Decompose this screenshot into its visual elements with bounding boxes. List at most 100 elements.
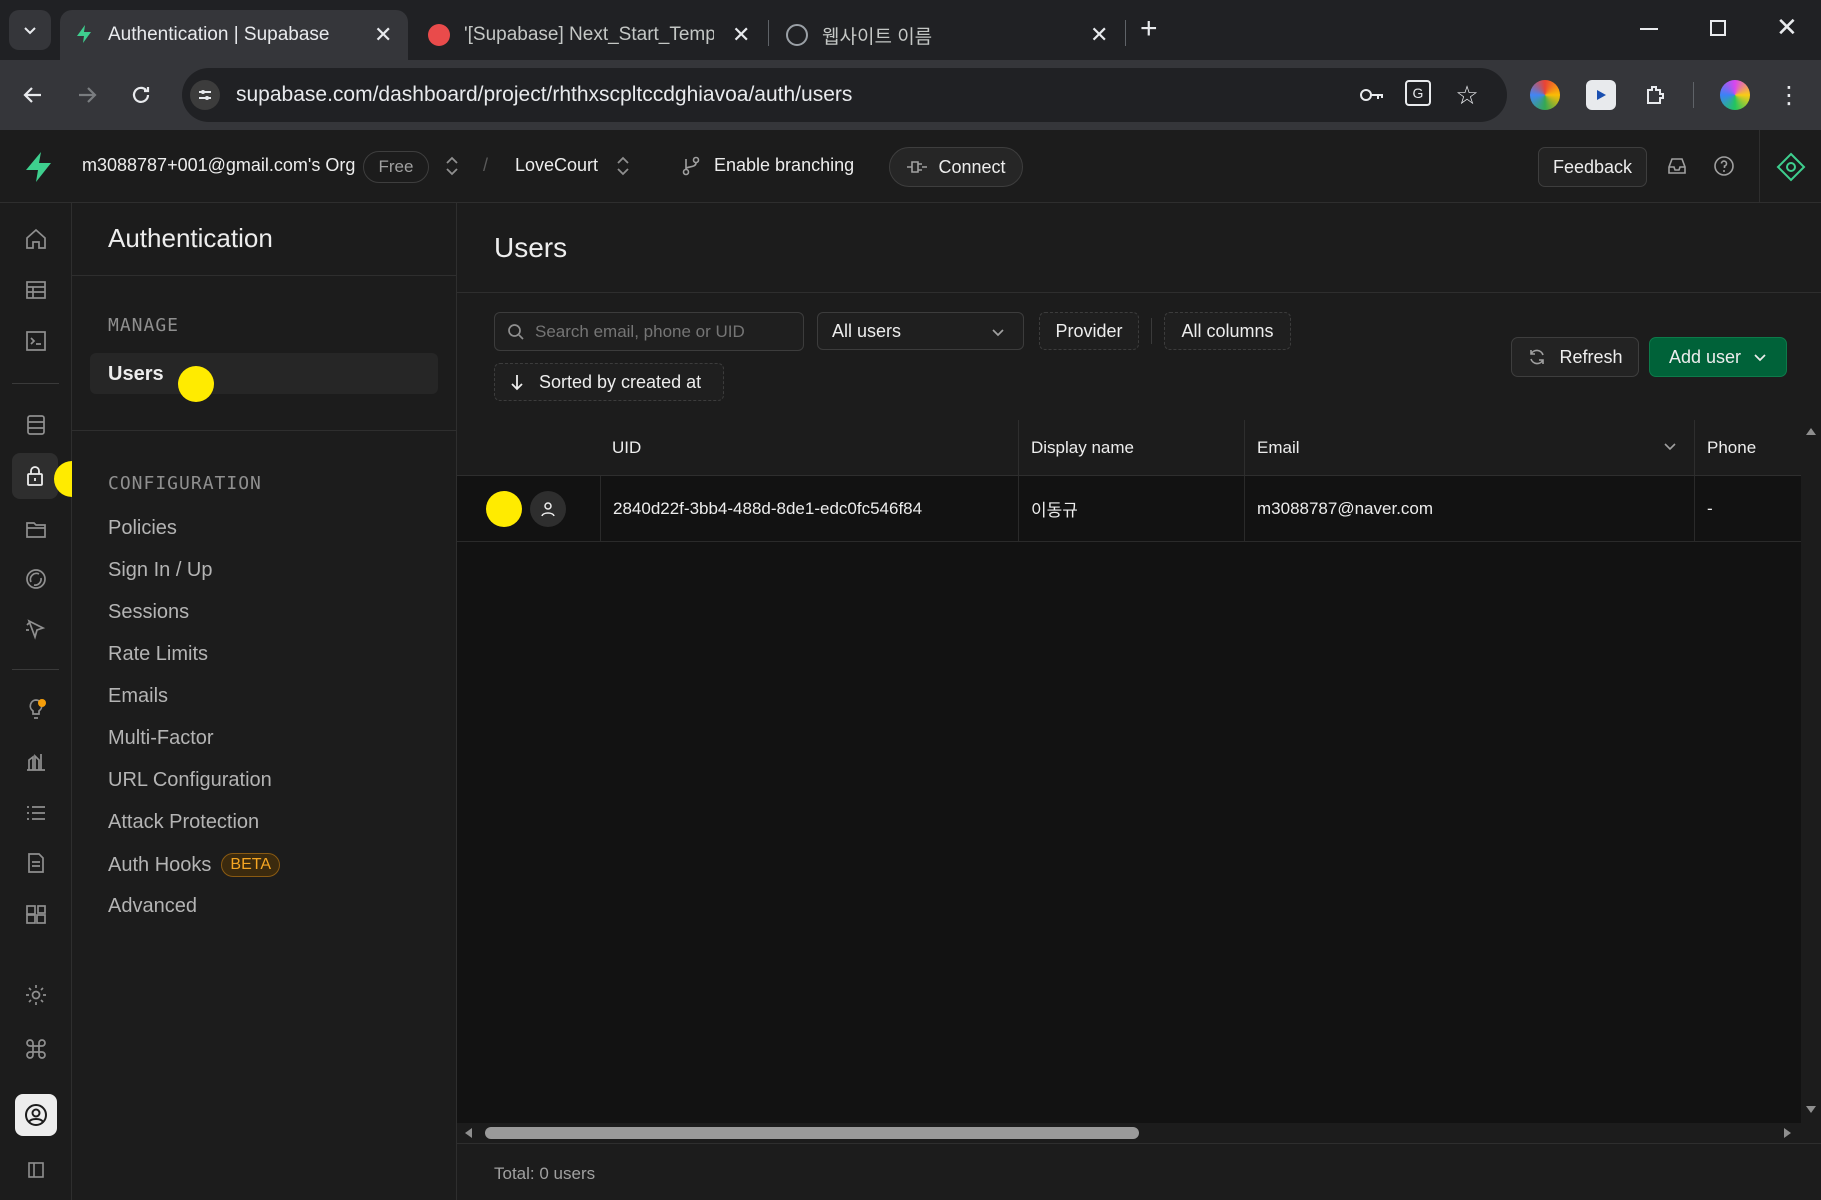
realtime-icon[interactable] (20, 563, 52, 595)
all-users-select[interactable]: All users (817, 312, 1024, 350)
vertical-scrollbar[interactable] (1801, 420, 1821, 1123)
api-docs-icon[interactable] (20, 847, 52, 879)
inbox-icon[interactable] (1666, 155, 1688, 177)
assistant-icon[interactable] (1776, 152, 1806, 182)
column-header-phone[interactable]: Phone (1695, 420, 1801, 476)
sidebar-item-sessions[interactable]: Sessions (108, 601, 189, 624)
bookmark-star-icon[interactable]: ☆ (1452, 80, 1482, 110)
edge-functions-icon[interactable] (20, 613, 52, 645)
close-tab-icon[interactable]: ✕ (1090, 22, 1108, 48)
column-label: Phone (1707, 437, 1757, 457)
authentication-icon[interactable] (12, 453, 58, 499)
scroll-left-icon[interactable] (463, 1127, 473, 1139)
connect-button[interactable]: Connect (889, 147, 1023, 187)
add-user-button[interactable]: Add user (1649, 337, 1787, 377)
integrations-icon[interactable] (20, 899, 52, 931)
column-header-email[interactable]: Email (1245, 420, 1695, 476)
sidebar-item-rate-limits[interactable]: Rate Limits (108, 643, 208, 666)
toolbar-divider (1693, 82, 1694, 108)
table-editor-icon[interactable] (20, 274, 52, 306)
storage-icon[interactable] (20, 513, 52, 545)
user-icon (541, 502, 555, 517)
sidebar-title: Authentication (108, 223, 273, 253)
sidebar-item-auth-hooks[interactable]: Auth Hooks BETA (108, 853, 280, 877)
provider-filter-button[interactable]: Provider (1039, 312, 1139, 350)
command-menu-icon[interactable] (20, 1033, 52, 1065)
column-header-display-name[interactable]: Display name (1019, 420, 1245, 476)
project-switcher-icon[interactable] (614, 152, 632, 180)
sidebar-item-users[interactable]: Users (90, 353, 438, 394)
favicon-red-icon (428, 24, 450, 46)
supabase-logo-icon[interactable] (22, 150, 56, 184)
close-tab-icon[interactable]: ✕ (374, 22, 392, 48)
logs-icon[interactable] (20, 797, 52, 829)
column-header-uid[interactable]: UID (600, 420, 1019, 476)
sidebar-item-url-configuration[interactable]: URL Configuration (108, 769, 272, 792)
globe-icon (786, 24, 808, 46)
cell-display-name[interactable]: 이동규 (1019, 476, 1245, 542)
sidebar-item-emails[interactable]: Emails (108, 685, 168, 708)
provider-label: Provider (1055, 320, 1123, 341)
tab-website[interactable]: 웹사이트 이름 ✕ (776, 10, 1116, 60)
arrow-down-icon (511, 375, 523, 391)
horizontal-scrollbar[interactable] (457, 1123, 1821, 1143)
scroll-right-icon[interactable] (1783, 1127, 1793, 1139)
extension-app-icon[interactable] (1586, 80, 1616, 110)
scroll-down-icon[interactable] (1805, 1105, 1817, 1115)
translate-icon[interactable]: G (1405, 80, 1431, 106)
back-icon[interactable] (18, 80, 48, 110)
minimize-icon[interactable] (1640, 28, 1658, 30)
close-window-icon[interactable]: ✕ (1776, 12, 1798, 43)
tab-authentication[interactable]: Authentication | Supabase ✕ (60, 10, 408, 60)
search-input[interactable] (535, 321, 795, 343)
extension-color-icon[interactable] (1530, 80, 1560, 110)
help-icon[interactable] (1713, 155, 1735, 177)
key-icon[interactable] (1357, 80, 1387, 110)
restore-icon[interactable] (1710, 20, 1726, 36)
tab-template[interactable]: '[Supabase] Next_Start_Templa ✕ (418, 10, 758, 60)
feedback-button[interactable]: Feedback (1538, 147, 1647, 187)
cell-email[interactable]: m3088787@naver.com (1245, 476, 1695, 542)
address-bar[interactable]: supabase.com/dashboard/project/rhthxscpl… (182, 68, 1507, 122)
home-icon[interactable] (20, 223, 52, 255)
search-box[interactable] (494, 312, 804, 351)
header-divider (1759, 130, 1760, 203)
project-name[interactable]: LoveCourt (515, 155, 598, 176)
refresh-button[interactable]: Refresh (1511, 337, 1639, 377)
org-switcher-icon[interactable] (443, 152, 461, 180)
extensions-puzzle-icon[interactable] (1640, 80, 1670, 110)
site-info-icon[interactable] (190, 80, 220, 110)
chevron-down-icon[interactable] (1663, 441, 1677, 453)
reload-icon[interactable] (126, 80, 156, 110)
profile-avatar-icon[interactable] (1720, 80, 1750, 110)
database-icon[interactable] (20, 409, 52, 441)
cell-phone[interactable]: - (1695, 476, 1801, 542)
column-label: Display name (1031, 437, 1134, 457)
tab-title: 웹사이트 이름 (822, 26, 933, 48)
settings-gear-icon[interactable] (20, 979, 52, 1011)
cell-uid[interactable]: 2840d22f-3bb4-488d-8de1-edc0fc546f84 (600, 476, 1019, 542)
sidebar-toggle-icon[interactable] (20, 1154, 52, 1186)
enable-branching-button[interactable]: Enable branching (714, 155, 854, 176)
sidebar-item-sign-in-up[interactable]: Sign In / Up (108, 559, 213, 582)
sidebar-item-attack-protection[interactable]: Attack Protection (108, 811, 259, 834)
chrome-menu-icon[interactable]: ⋮ (1774, 80, 1804, 110)
app-header: m3088787+001@gmail.com's Org Free / Love… (0, 130, 1821, 203)
org-name[interactable]: m3088787+001@gmail.com's Org (82, 155, 355, 176)
reports-icon[interactable] (20, 745, 52, 777)
close-tab-icon[interactable]: ✕ (732, 22, 750, 48)
email-text: m3088787@naver.com (1257, 498, 1434, 518)
column-label: UID (612, 437, 642, 457)
sidebar-item-multi-factor[interactable]: Multi-Factor (108, 727, 214, 750)
advisors-icon[interactable] (20, 693, 52, 725)
user-account-icon[interactable] (15, 1094, 57, 1136)
sort-button[interactable]: Sorted by created at (494, 363, 724, 401)
scrollbar-thumb[interactable] (485, 1127, 1139, 1139)
tab-search-button[interactable] (9, 10, 51, 50)
sidebar-item-advanced[interactable]: Advanced (108, 895, 197, 918)
scroll-up-icon[interactable] (1805, 426, 1817, 436)
new-tab-icon[interactable]: + (1140, 12, 1158, 46)
sidebar-item-policies[interactable]: Policies (108, 517, 177, 540)
sql-editor-icon[interactable] (20, 325, 52, 357)
all-columns-button[interactable]: All columns (1164, 312, 1291, 350)
